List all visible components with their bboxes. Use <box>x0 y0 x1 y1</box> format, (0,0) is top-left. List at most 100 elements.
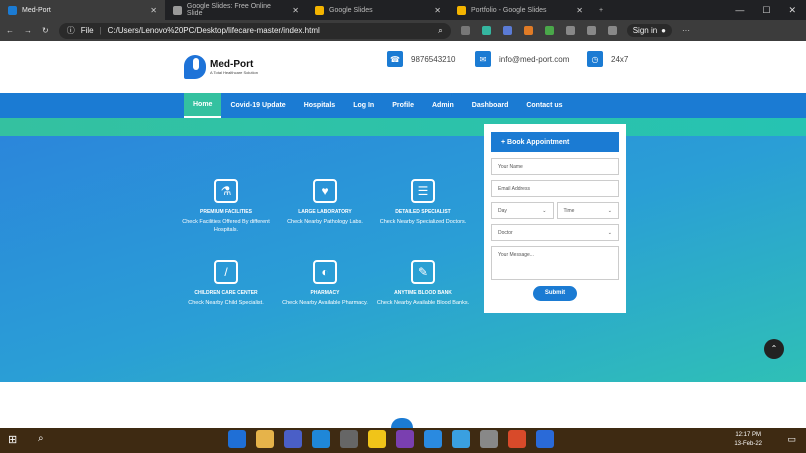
feature-title: PHARMACY <box>310 290 340 296</box>
email-address[interactable]: info@med-port.com <box>499 55 569 64</box>
extension-icon[interactable] <box>460 26 470 35</box>
chevron-down-icon: ⌄ <box>542 207 547 214</box>
site-logo[interactable]: Med-Port A Total Healthcare Solution <box>184 55 258 79</box>
notification-icon[interactable]: ▭ <box>787 434 796 445</box>
mail-app-icon[interactable] <box>312 430 330 448</box>
tab-favicon-icon <box>173 5 182 15</box>
nav-contact[interactable]: Contact us <box>517 93 571 118</box>
sticky-notes-icon[interactable] <box>368 430 386 448</box>
day-select[interactable]: Day ⌄ <box>491 202 554 219</box>
microscope-icon: ⚗ <box>214 179 238 203</box>
thermometer-icon: / <box>214 260 238 284</box>
brand-tagline: A Total Healthcare Solution <box>210 70 258 75</box>
favorites-icon[interactable] <box>586 26 596 35</box>
feature-title: ANYTIME BLOOD BANK <box>394 290 452 296</box>
nav-dashboard[interactable]: Dashboard <box>463 93 518 118</box>
back-icon[interactable]: ← <box>6 26 14 35</box>
browser-tab-bar: Med-Port ✕ Google Slides: Free Online Sl… <box>0 0 806 20</box>
windows-start-icon[interactable]: ⊞ <box>8 433 17 446</box>
back-to-top-button[interactable]: ⌃ <box>764 339 784 359</box>
store-icon[interactable] <box>284 430 302 448</box>
message-field[interactable]: Your Message... <box>491 246 619 280</box>
feature-card: ♥ LARGE LABORATORY Check Nearby Patholog… <box>277 179 373 226</box>
nav-hospitals[interactable]: Hospitals <box>295 93 345 118</box>
hours-info: ◷ 24x7 <box>587 51 628 67</box>
powerpoint-icon[interactable] <box>508 430 526 448</box>
pill-icon: ◐ <box>313 260 337 284</box>
address-bar: ← → ↻ ⓘ File | C:/Users/Lenovo%20PC/Desk… <box>0 20 806 41</box>
extension-icon[interactable] <box>565 26 575 35</box>
browser-tab[interactable]: Google Slides: Free Online Slide ✕ <box>165 0 307 20</box>
nav-profile[interactable]: Profile <box>383 93 423 118</box>
forward-icon[interactable]: → <box>24 26 32 35</box>
browser-tab[interactable]: Med-Port ✕ <box>0 0 165 20</box>
refresh-icon[interactable]: ↻ <box>42 26 49 35</box>
feature-card: ☰ DETAILED SPECIALIST Check Nearby Speci… <box>375 179 471 226</box>
monitor-heart-icon: ♥ <box>313 179 337 203</box>
email-info: ✉ info@med-port.com <box>475 51 569 67</box>
feature-title: DETAILED SPECIALIST <box>395 209 451 215</box>
doctor-select[interactable]: Doctor ⌄ <box>491 224 619 241</box>
edge-icon[interactable] <box>228 430 246 448</box>
close-icon[interactable]: ✕ <box>150 6 157 15</box>
system-clock[interactable]: 12:17 PM 13-Feb-22 <box>734 431 762 449</box>
hero-top-strip <box>0 118 806 136</box>
nav-home[interactable]: Home <box>184 93 222 118</box>
app-icon[interactable] <box>536 430 554 448</box>
close-icon[interactable]: ✕ <box>292 6 299 15</box>
collections-icon[interactable] <box>607 26 617 35</box>
hours-text: 24x7 <box>611 54 629 64</box>
zoom-icon[interactable]: ⌕ <box>438 26 442 36</box>
nav-covid-update[interactable]: Covid-19 Update <box>221 93 294 118</box>
extension-icon[interactable] <box>481 26 491 35</box>
feature-desc: Check Nearby Available Blood Banks. <box>376 300 470 306</box>
chevron-down-icon: ⌄ <box>607 229 612 236</box>
app-icon[interactable] <box>480 430 498 448</box>
file-label: File <box>80 26 94 35</box>
time-select[interactable]: Time ⌄ <box>556 202 619 219</box>
feature-card: / CHILDREN CARE CENTER Check Nearby Chil… <box>178 260 274 307</box>
submit-button[interactable]: Submit <box>533 286 577 301</box>
feature-desc: Check Nearby Pathology Labs. <box>287 219 363 225</box>
phone-icon: ☎ <box>387 51 403 67</box>
file-explorer-icon[interactable] <box>256 430 274 448</box>
minimize-icon[interactable]: — <box>735 5 744 16</box>
new-tab-button[interactable]: + <box>591 0 611 20</box>
tab-favicon-icon <box>315 5 324 15</box>
edge-dev-icon[interactable] <box>452 430 470 448</box>
extension-icon[interactable] <box>544 26 554 35</box>
browser-tab[interactable]: Portfolio - Google Slides ✕ <box>449 0 591 20</box>
taskbar-apps <box>228 430 554 448</box>
search-icon[interactable]: ⌕ <box>38 433 44 444</box>
close-window-icon[interactable]: ✕ <box>788 5 796 16</box>
browser-tab[interactable]: Google Slides ✕ <box>307 0 449 20</box>
web-page: Med-Port A Total Healthcare Solution ☎ 9… <box>0 41 806 428</box>
clock-icon: ◷ <box>587 51 603 67</box>
plus-icon: + <box>599 6 604 14</box>
extension-icon[interactable] <box>502 26 512 35</box>
sign-in-button[interactable]: Sign in ● <box>626 24 673 37</box>
maximize-icon[interactable]: ☐ <box>762 5 770 16</box>
more-icon[interactable]: ··· <box>682 26 690 35</box>
syringe-icon: ✎ <box>411 260 435 284</box>
extension-icon[interactable] <box>523 26 533 35</box>
clock-date: 13-Feb-22 <box>734 441 762 447</box>
name-field[interactable]: Your Name <box>491 158 619 175</box>
feature-card: ✎ ANYTIME BLOOD BANK Check Nearby Availa… <box>375 260 471 307</box>
hero-section: ⚗ PREMIUM FACILITIES Check Facilities Of… <box>0 136 806 382</box>
nav-login[interactable]: Log In <box>344 93 383 118</box>
vscode-icon[interactable] <box>424 430 442 448</box>
tab-title: Google Slides: Free Online Slide <box>186 3 271 17</box>
close-icon[interactable]: ✕ <box>576 6 583 15</box>
close-icon[interactable]: ✕ <box>434 6 441 15</box>
clipboard-icon: ☰ <box>411 179 435 203</box>
feature-title: PREMIUM FACILITIES <box>200 209 252 215</box>
chevron-down-icon: ⌄ <box>607 207 612 214</box>
tab-title: Portfolio - Google Slides <box>471 6 547 14</box>
email-field[interactable]: Email Address <box>491 180 619 197</box>
phone-info: ☎ 9876543210 <box>387 51 456 67</box>
url-field[interactable]: ⓘ File | C:/Users/Lenovo%20PC/Desktop/li… <box>58 22 451 39</box>
nav-admin[interactable]: Admin <box>423 93 463 118</box>
settings-icon[interactable] <box>340 430 358 448</box>
onenote-icon[interactable] <box>396 430 414 448</box>
